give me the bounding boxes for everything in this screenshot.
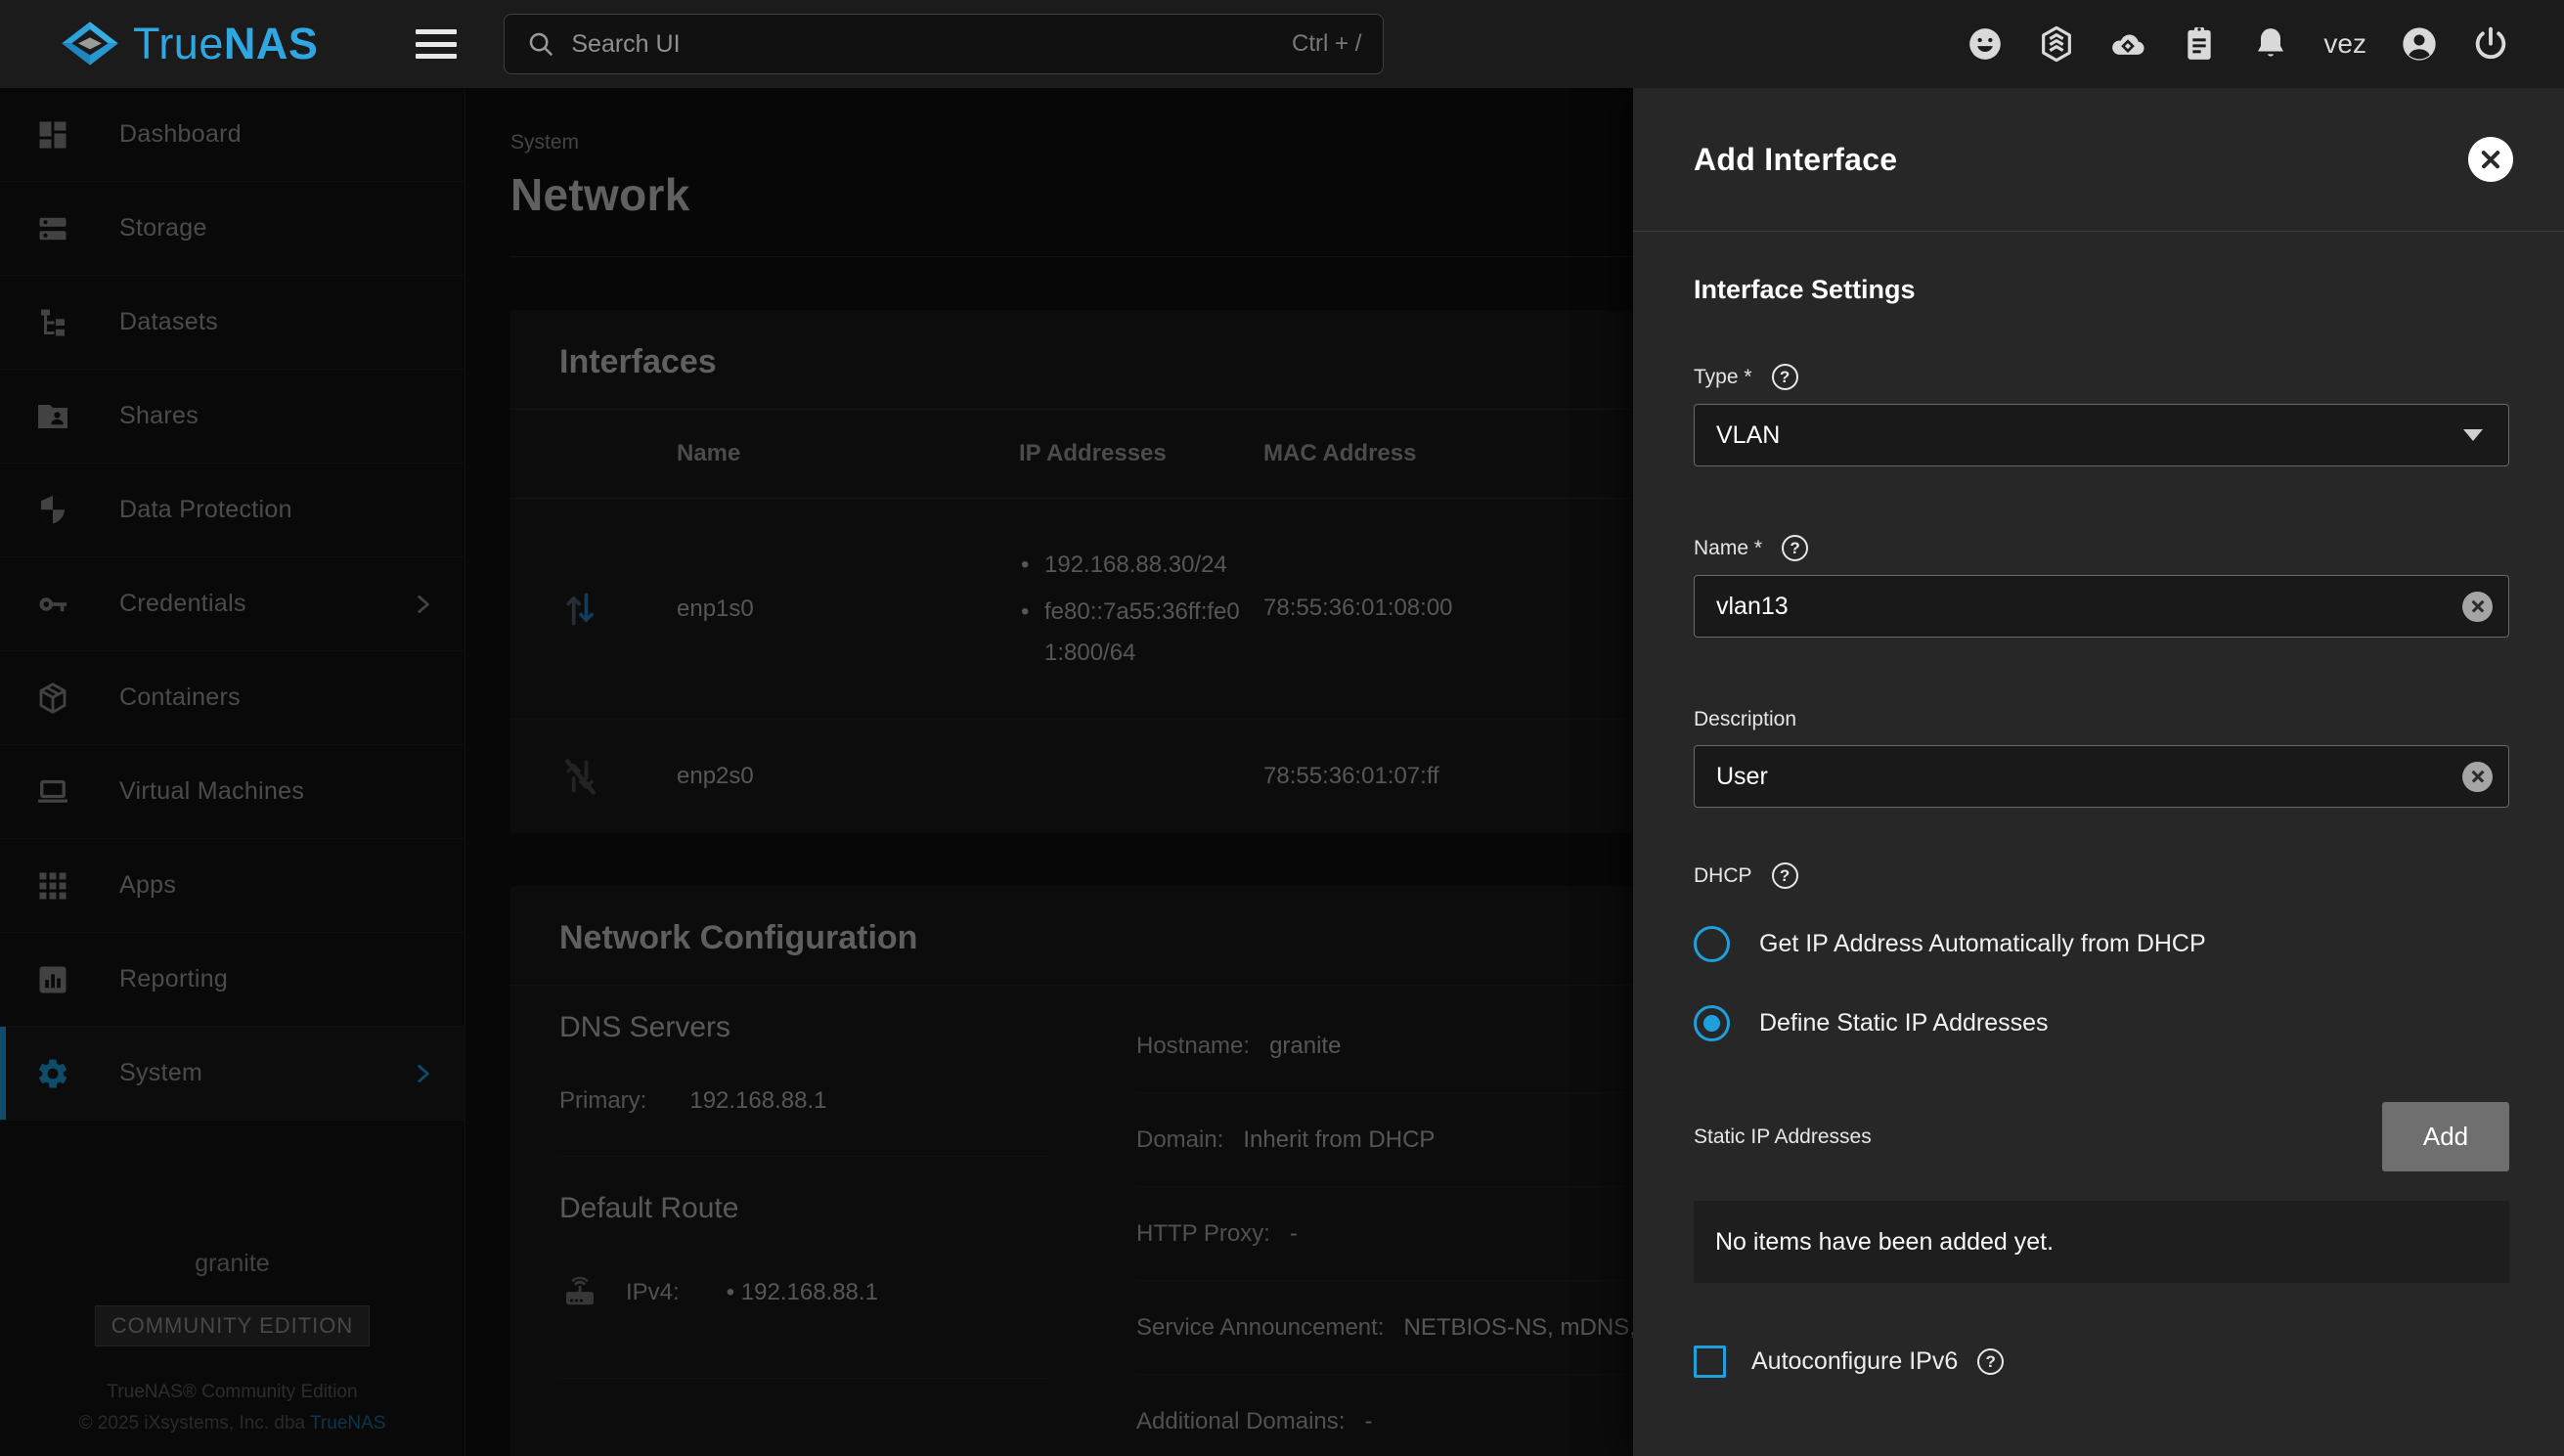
help-icon[interactable]: ? bbox=[1977, 1348, 2004, 1375]
truenas-connect-cloud-icon[interactable] bbox=[2105, 22, 2150, 66]
help-icon[interactable]: ? bbox=[1772, 364, 1798, 390]
static-ips-empty-box: No items have been added yet. bbox=[1694, 1201, 2509, 1283]
add-static-ip-button[interactable]: Add bbox=[2382, 1102, 2509, 1171]
jobs-clipboard-icon[interactable] bbox=[2177, 22, 2222, 66]
autoconfigure-ipv6-label: Autoconfigure IPv6 bbox=[1751, 1347, 1958, 1376]
clear-icon[interactable] bbox=[2462, 592, 2493, 622]
search-input[interactable] bbox=[571, 30, 1292, 59]
search-shortcut: Ctrl + / bbox=[1292, 30, 1361, 58]
autoconfigure-ipv6-row: Autoconfigure IPv6 ? bbox=[1694, 1346, 2509, 1378]
description-field[interactable] bbox=[1695, 746, 2508, 807]
chevron-down-icon bbox=[2463, 429, 2483, 441]
search-icon bbox=[526, 29, 555, 59]
radio-static-ip[interactable]: Define Static IP Addresses bbox=[1694, 1005, 2509, 1041]
truenas-logo[interactable]: TrueNAS bbox=[61, 15, 318, 73]
close-icon[interactable] bbox=[2468, 137, 2513, 182]
static-ips-label: Static IP Addresses bbox=[1694, 1125, 1872, 1149]
interface-settings-heading: Interface Settings bbox=[1694, 275, 2509, 305]
radio-checked-icon bbox=[1694, 1005, 1730, 1041]
name-label: Name * bbox=[1694, 537, 1762, 560]
ix-stack-icon[interactable] bbox=[2034, 22, 2079, 66]
truenas-logo-icon bbox=[61, 15, 119, 73]
name-field-wrap bbox=[1694, 575, 2509, 638]
help-icon[interactable]: ? bbox=[1782, 535, 1808, 561]
description-label: Description bbox=[1694, 708, 1796, 731]
empty-message: No items have been added yet. bbox=[1715, 1228, 2054, 1257]
topbar: TrueNAS Ctrl + / bbox=[0, 0, 2564, 88]
username[interactable]: vez bbox=[2320, 28, 2370, 60]
type-select-value: VLAN bbox=[1716, 421, 1780, 450]
checkbox-unchecked-icon[interactable] bbox=[1694, 1346, 1726, 1378]
radio-dhcp-auto[interactable]: Get IP Address Automatically from DHCP bbox=[1694, 926, 2509, 962]
type-select[interactable]: VLAN bbox=[1694, 404, 2509, 466]
global-search: Ctrl + / bbox=[504, 14, 1384, 74]
description-field-wrap bbox=[1694, 745, 2509, 808]
dhcp-label: DHCP bbox=[1694, 864, 1752, 888]
help-icon[interactable]: ? bbox=[1772, 862, 1798, 889]
feedback-smiley-icon[interactable] bbox=[1963, 22, 2008, 66]
add-interface-panel: Add Interface Interface Settings Type * … bbox=[1633, 88, 2564, 1456]
menu-hamburger-icon[interactable] bbox=[416, 29, 457, 59]
truenas-app: TrueNAS Ctrl + / bbox=[0, 0, 2564, 1456]
name-field[interactable] bbox=[1695, 576, 2508, 637]
power-icon[interactable] bbox=[2468, 22, 2513, 66]
truenas-logo-text: TrueNAS bbox=[133, 19, 318, 69]
radio-unchecked-icon bbox=[1694, 926, 1730, 962]
clear-icon[interactable] bbox=[2462, 762, 2493, 792]
topbar-actions: vez bbox=[1963, 22, 2564, 66]
alerts-bell-icon[interactable] bbox=[2248, 22, 2293, 66]
type-label: Type * bbox=[1694, 366, 1752, 389]
panel-title: Add Interface bbox=[1694, 142, 1897, 178]
user-avatar-icon[interactable] bbox=[2397, 22, 2442, 66]
